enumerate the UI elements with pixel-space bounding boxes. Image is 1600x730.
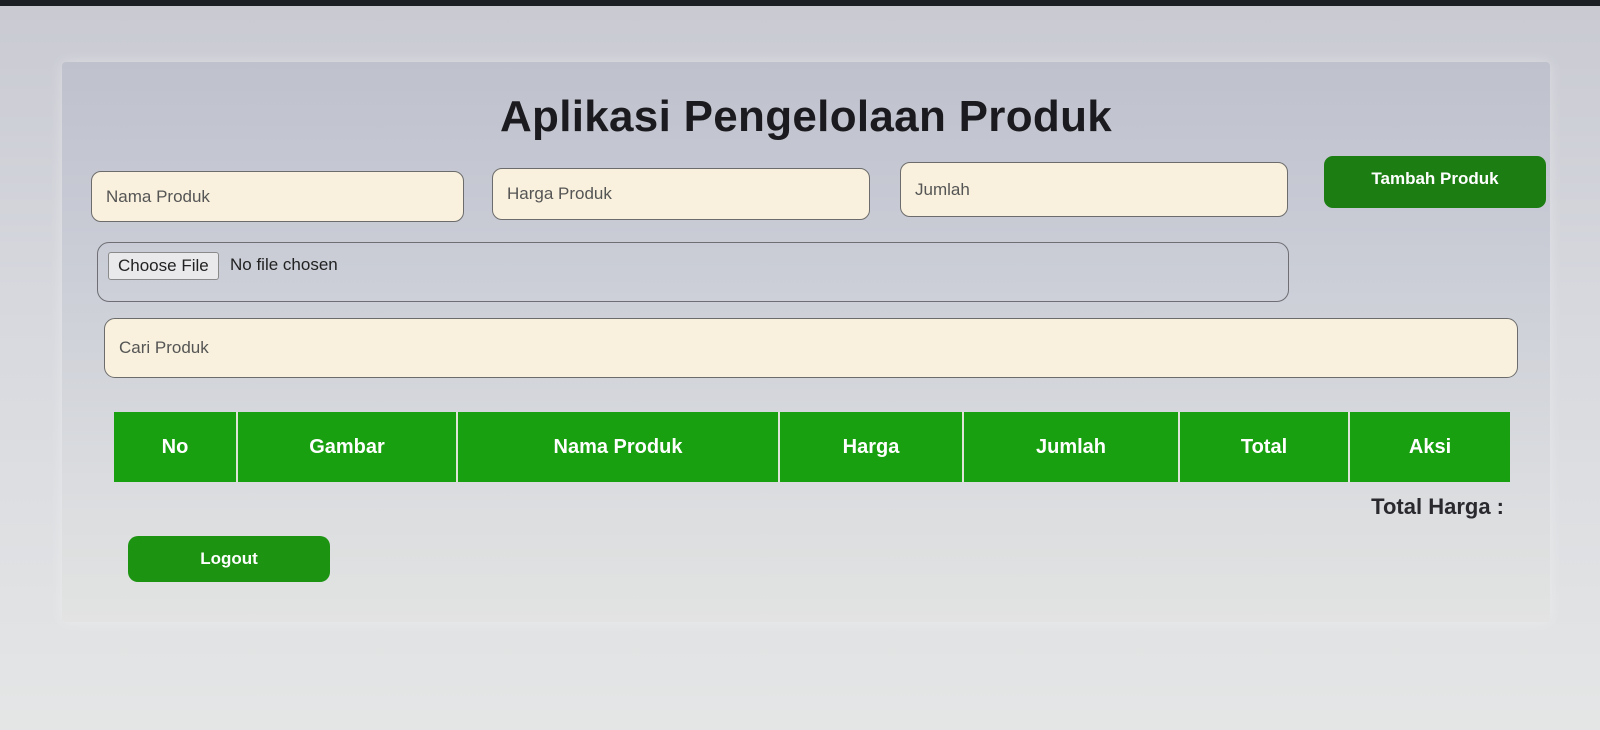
product-table-header: No Gambar Nama Produk Harga Jumlah Total… bbox=[114, 412, 1510, 482]
page-title: Aplikasi Pengelolaan Produk bbox=[499, 92, 1113, 141]
product-quantity-input[interactable] bbox=[900, 162, 1288, 217]
product-name-input[interactable] bbox=[91, 171, 464, 222]
file-status-text: No file chosen bbox=[230, 255, 338, 274]
column-header-action: Aksi bbox=[1350, 412, 1510, 482]
add-product-button[interactable]: Tambah Produk bbox=[1324, 156, 1546, 208]
total-price-label: Total Harga : bbox=[1371, 494, 1504, 519]
logout-button[interactable]: Logout bbox=[128, 536, 330, 582]
choose-file-button[interactable]: Choose File bbox=[108, 252, 219, 280]
column-header-no: No bbox=[114, 412, 238, 482]
column-header-total: Total bbox=[1180, 412, 1350, 482]
main-panel: Aplikasi Pengelolaan Produk Tambah Produ… bbox=[62, 62, 1550, 622]
image-upload-field: Choose File No file chosen bbox=[97, 242, 1289, 302]
search-product-input[interactable] bbox=[104, 318, 1518, 378]
product-price-input[interactable] bbox=[492, 168, 870, 220]
column-header-quantity: Jumlah bbox=[964, 412, 1180, 482]
column-header-image: Gambar bbox=[238, 412, 458, 482]
column-header-product-name: Nama Produk bbox=[458, 412, 780, 482]
column-header-price: Harga bbox=[780, 412, 964, 482]
